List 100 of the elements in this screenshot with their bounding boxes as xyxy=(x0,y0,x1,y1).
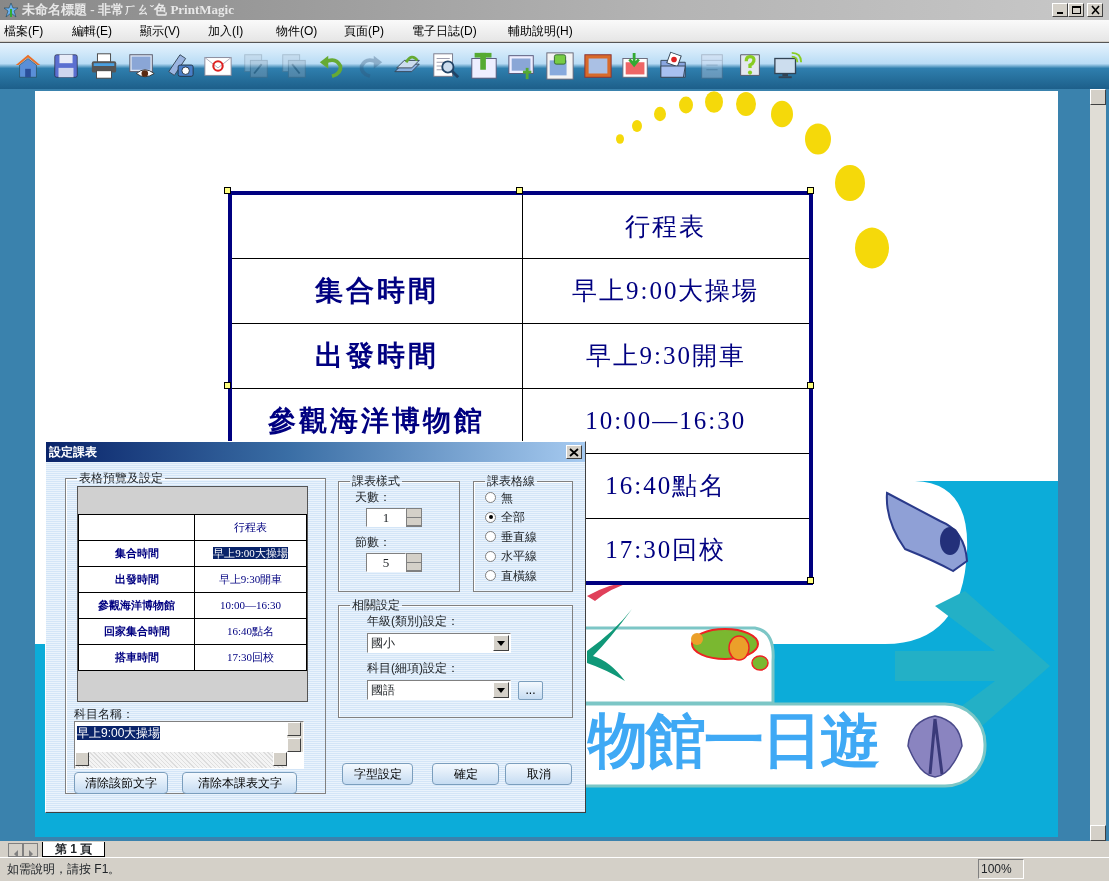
radio-button[interactable] xyxy=(485,511,497,523)
banner-title: 物館一日遊 xyxy=(588,711,878,771)
menu-item[interactable]: 電子日誌(D) xyxy=(412,21,508,40)
toolbar-button[interactable] xyxy=(431,51,461,81)
table-cell: 出發時間 xyxy=(230,323,522,388)
table-cell[interactable]: 行程表 xyxy=(194,514,307,541)
radio-label: 無 xyxy=(501,489,514,507)
selection-handle[interactable] xyxy=(807,187,814,194)
dialog-title: 設定課表 xyxy=(49,444,97,461)
table-cell: 集合時間 xyxy=(230,258,522,323)
more-button[interactable]: ... xyxy=(518,680,543,700)
radio-button[interactable] xyxy=(485,570,497,582)
close-button[interactable] xyxy=(1087,3,1103,17)
close-button[interactable] xyxy=(566,445,582,459)
group-title: 課表樣式 xyxy=(351,474,401,488)
selection-handle[interactable] xyxy=(516,187,523,194)
table-cell[interactable]: 10:00—16:30 xyxy=(194,592,307,619)
grade-select[interactable]: 國小 xyxy=(367,633,511,653)
layers-icon xyxy=(241,51,271,81)
toolbar-button[interactable] xyxy=(583,51,613,81)
toolbar-button[interactable] xyxy=(773,51,803,81)
subject-select[interactable]: 國語 xyxy=(367,680,511,700)
table-cell: 搭車時間 xyxy=(78,644,195,671)
folder-icon xyxy=(659,51,689,81)
table-cell: 參觀海洋博物館 xyxy=(78,592,195,619)
frame-icon xyxy=(583,51,613,81)
toolbar-button[interactable] xyxy=(469,51,499,81)
decorative-dot xyxy=(654,106,666,122)
decorative-dot xyxy=(805,123,831,155)
page-forward-button[interactable] xyxy=(23,843,38,857)
dialog-button[interactable]: 字型設定 xyxy=(342,763,413,785)
subject-name-field[interactable]: 早上9:00大操場 xyxy=(74,721,304,769)
field-label: 科目(細項)設定： xyxy=(367,660,460,677)
layers-icon xyxy=(279,51,309,81)
dialog-button[interactable]: 確定 xyxy=(432,763,499,785)
picture-icon xyxy=(545,51,575,81)
field-label: 節數： xyxy=(355,534,392,551)
toolbar-button[interactable] xyxy=(89,51,119,81)
left-arrow-icon xyxy=(12,849,19,858)
decorative-dot xyxy=(616,134,624,144)
menu-item[interactable]: 加入(I) xyxy=(208,21,276,40)
zoom-level: 100% xyxy=(978,858,1024,879)
toolbar-button[interactable] xyxy=(545,51,575,81)
app-icon xyxy=(3,2,19,18)
page-back-button[interactable] xyxy=(8,843,23,857)
clear-button[interactable]: 清除本課表文字 xyxy=(182,772,297,794)
table-cell: 回家集合時間 xyxy=(78,618,195,645)
right-arrow-icon xyxy=(27,849,34,858)
page-tab[interactable]: 第 1 頁 xyxy=(42,842,106,857)
menu-item[interactable]: 頁面(P) xyxy=(344,21,412,40)
vertical-scrollbar[interactable] xyxy=(1090,89,1106,841)
decorative-dot xyxy=(835,165,865,201)
table-cell[interactable]: 早上9:00大操場 xyxy=(194,540,307,567)
selection-handle[interactable] xyxy=(807,577,814,584)
field-label: 科目名稱： xyxy=(74,708,135,721)
group-title: 表格預覽及設定 xyxy=(78,471,164,485)
toolbar-button[interactable] xyxy=(621,51,651,81)
dialog-button[interactable]: 取消 xyxy=(505,763,572,785)
menu-item[interactable]: 顯示(V) xyxy=(140,21,208,40)
table-cell: 集合時間 xyxy=(78,540,195,567)
radio-button[interactable] xyxy=(485,550,497,562)
scallop-drawing xyxy=(907,715,963,778)
import-icon xyxy=(621,51,651,81)
save-icon xyxy=(51,51,81,81)
caret-icon xyxy=(497,687,505,693)
close-icon xyxy=(569,447,579,457)
caret-icon xyxy=(497,640,505,646)
menu-item[interactable]: 編輯(E) xyxy=(72,21,140,40)
menu-item[interactable]: 物件(O) xyxy=(276,21,344,40)
radio-button[interactable] xyxy=(485,492,497,504)
maximize-button[interactable] xyxy=(1068,3,1084,17)
status-message: 如需說明，請按 F1。 xyxy=(7,860,121,878)
menu-item[interactable]: 檔案(F) xyxy=(4,21,72,40)
periods-field[interactable]: 5 xyxy=(366,553,406,572)
decorative-dot xyxy=(679,96,693,114)
spin-buttons[interactable] xyxy=(406,553,422,572)
selection-handle[interactable] xyxy=(224,382,231,389)
printer-icon xyxy=(89,51,119,81)
maximize-icon xyxy=(1070,5,1082,15)
spin-buttons[interactable] xyxy=(406,508,422,527)
decorative-dot xyxy=(771,100,793,128)
table-cell[interactable]: 17:30回校 xyxy=(194,644,307,671)
radio-button[interactable] xyxy=(485,531,497,543)
group-title: 相關設定 xyxy=(351,598,401,612)
toolbar-button[interactable] xyxy=(51,51,81,81)
table-cell[interactable]: 早上9:30開車 xyxy=(194,566,307,593)
toolbar-button[interactable] xyxy=(659,51,689,81)
selection-handle[interactable] xyxy=(807,382,814,389)
monitor-icon xyxy=(773,51,803,81)
minimize-button[interactable] xyxy=(1052,3,1068,17)
decorative-dot xyxy=(736,92,756,116)
clear-button[interactable]: 清除該節文字 xyxy=(74,772,168,794)
field-label: 天數： xyxy=(355,489,392,506)
days-field[interactable]: 1 xyxy=(366,508,406,527)
table-cell[interactable]: 16:40點名 xyxy=(194,618,307,645)
menu-item[interactable]: 輔助說明(H) xyxy=(508,21,576,40)
decorative-dot xyxy=(632,120,642,132)
selection-handle[interactable] xyxy=(224,187,231,194)
decorative-dot xyxy=(855,227,889,269)
zoom-icon xyxy=(431,51,461,81)
